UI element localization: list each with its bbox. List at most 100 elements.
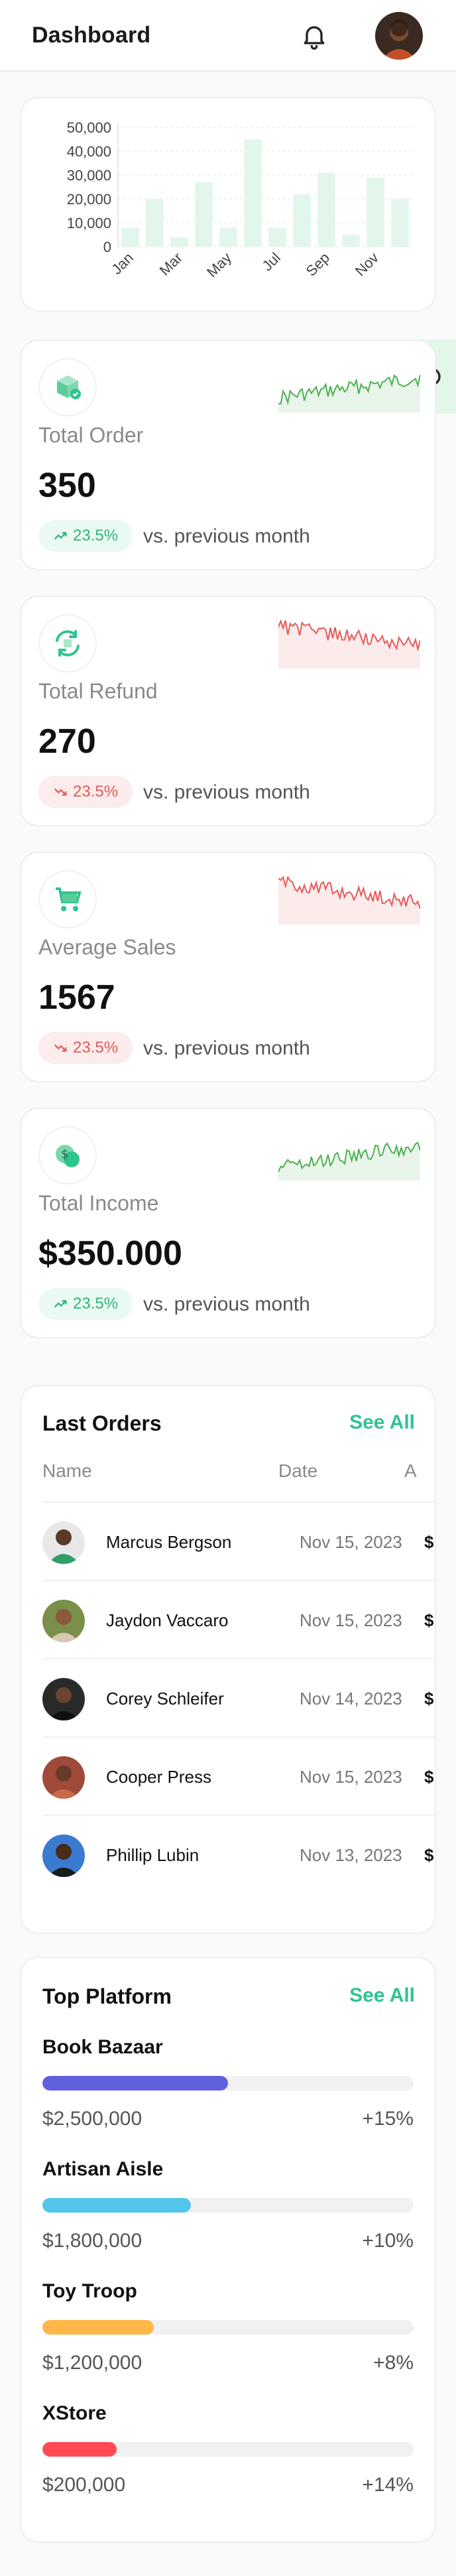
avatar [42,1835,85,1877]
sparkline-area [278,620,420,669]
top-bar: Dashboard [0,0,456,72]
change-value: 23.5% [73,527,119,545]
stat-card-total-refund: Total Refund 270 23.5% vs. previous mont… [20,596,436,826]
chart-bar [170,237,188,247]
change-value: 23.5% [73,1039,119,1057]
revenue-chart-card: 0 10,000 20,000 30,000 40,000 50,000 Jan Mar May… [20,97,436,312]
stat-card-total-order: Total Order 350 23.5% vs. previous month [20,340,436,570]
dollar-coin-icon: $ [38,1126,97,1185]
platform-progress-fill [42,2320,154,2335]
order-name: Cooper Press [106,1767,211,1787]
column-header-amount[interactable]: A [404,1460,417,1482]
chart-bar [268,227,286,247]
sparkline [278,374,420,413]
table-row[interactable]: Phillip Lubin Nov 13, 2023 $ [42,1815,437,1893]
order-amount: $ [424,1767,434,1787]
order-name: Phillip Lubin [106,1845,200,1865]
stat-value: 1567 [38,978,115,1017]
bell-icon[interactable] [300,21,329,50]
platform-name: XStore [42,2402,107,2424]
y-tick-label: 10,000 [67,215,111,231]
platform-progress-track [42,2198,414,2213]
order-date: Nov 15, 2023 [300,1532,402,1552]
chart-bar [244,139,262,247]
column-header-date[interactable]: Date [278,1460,317,1482]
sparkline [278,875,420,925]
trend-down-icon [54,1044,67,1052]
order-amount: $ [424,1610,434,1630]
order-date: Nov 15, 2023 [300,1610,402,1630]
stat-label: Total Refund [38,679,158,703]
table-row[interactable]: Corey Schleifer Nov 14, 2023 $ [42,1658,437,1736]
bar-chart: 0 10,000 20,000 30,000 40,000 50,000 Jan Mar May… [67,119,412,281]
y-tick-label: 40,000 [67,143,111,160]
section-title: Last Orders [42,1411,162,1435]
refund-icon [38,614,97,673]
platform-change: +10% [362,2230,414,2252]
table-row[interactable]: Cooper Press Nov 15, 2023 $ [42,1736,437,1815]
table-row[interactable]: Jaydon Vaccaro Nov 15, 2023 $ [42,1580,437,1658]
last-orders-card: Last Orders See All Name Date A Marcus B… [20,1385,437,1934]
platform-amount: $2,500,000 [42,2108,142,2130]
avatar [42,1678,85,1720]
y-tick-label: 0 [103,239,111,255]
stat-note: vs. previous month [143,1037,310,1059]
platform-amount: $1,200,000 [42,2352,142,2374]
chart-bar [293,194,311,247]
top-platform-card: Top Platform See All Book Bazaar $2,500,… [20,1957,436,2543]
stat-card-total-income: $ Total Income $350.000 23.5% vs. previo… [20,1108,436,1338]
chart-bar [219,227,237,247]
trend-up-icon [54,1300,67,1308]
table-row[interactable]: Marcus Bergson Nov 15, 2023 $ [42,1502,437,1580]
platform-progress-track [42,2442,414,2457]
box-icon [38,358,97,417]
platform-progress-fill [42,2198,191,2213]
change-value: 23.5% [73,783,119,801]
x-tick-label: Jul [258,249,284,275]
x-tick-label: Mar [156,249,186,279]
x-tick-label: May [203,249,235,281]
change-badge: 23.5% [38,1288,133,1320]
order-name: Marcus Bergson [106,1532,232,1552]
chart-bar [391,199,409,247]
stat-note: vs. previous month [143,525,310,547]
stat-value: $350.000 [38,1234,182,1273]
order-date: Nov 15, 2023 [300,1767,402,1787]
order-name: Jaydon Vaccaro [106,1610,229,1630]
page-title: Dashboard [32,22,151,48]
user-avatar[interactable] [375,12,423,60]
platform-amount: $200,000 [42,2474,126,2496]
chart-bar [367,177,384,247]
stat-card-average-sales: Average Sales 1567 23.5% vs. previous mo… [20,852,436,1082]
y-tick-label: 20,000 [67,191,111,208]
x-tick-label: Sep [303,249,333,279]
order-amount: $ [424,1689,434,1708]
sparkline [278,1141,420,1181]
svg-text:$: $ [61,1147,68,1161]
stat-label: Total Order [38,423,144,447]
sparkline [278,619,420,669]
stat-label: Total Income [38,1191,159,1215]
x-tick-label: Nov [352,249,382,279]
stat-value: 270 [38,722,96,761]
platform-name: Artisan Aisle [42,2158,164,2180]
platform-amount: $1,800,000 [42,2230,142,2252]
platform-change: +15% [362,2108,414,2130]
y-tick-label: 50,000 [67,119,111,136]
stat-label: Average Sales [38,935,176,959]
chart-bar [146,199,164,247]
avatar [42,1756,85,1799]
order-date: Nov 13, 2023 [300,1845,402,1865]
see-all-link[interactable]: See All [349,1411,415,1434]
column-header-name[interactable]: Name [42,1460,92,1482]
chart-bar [342,235,360,247]
change-value: 23.5% [73,1295,119,1313]
avatar [42,1600,85,1642]
chart-bar [121,227,139,247]
stat-value: 350 [38,466,96,505]
chart-bar [195,182,213,247]
see-all-link[interactable]: See All [349,1984,415,2007]
platform-progress-fill [42,2442,117,2457]
change-badge: 23.5% [38,1032,133,1064]
avatar [42,1521,85,1564]
